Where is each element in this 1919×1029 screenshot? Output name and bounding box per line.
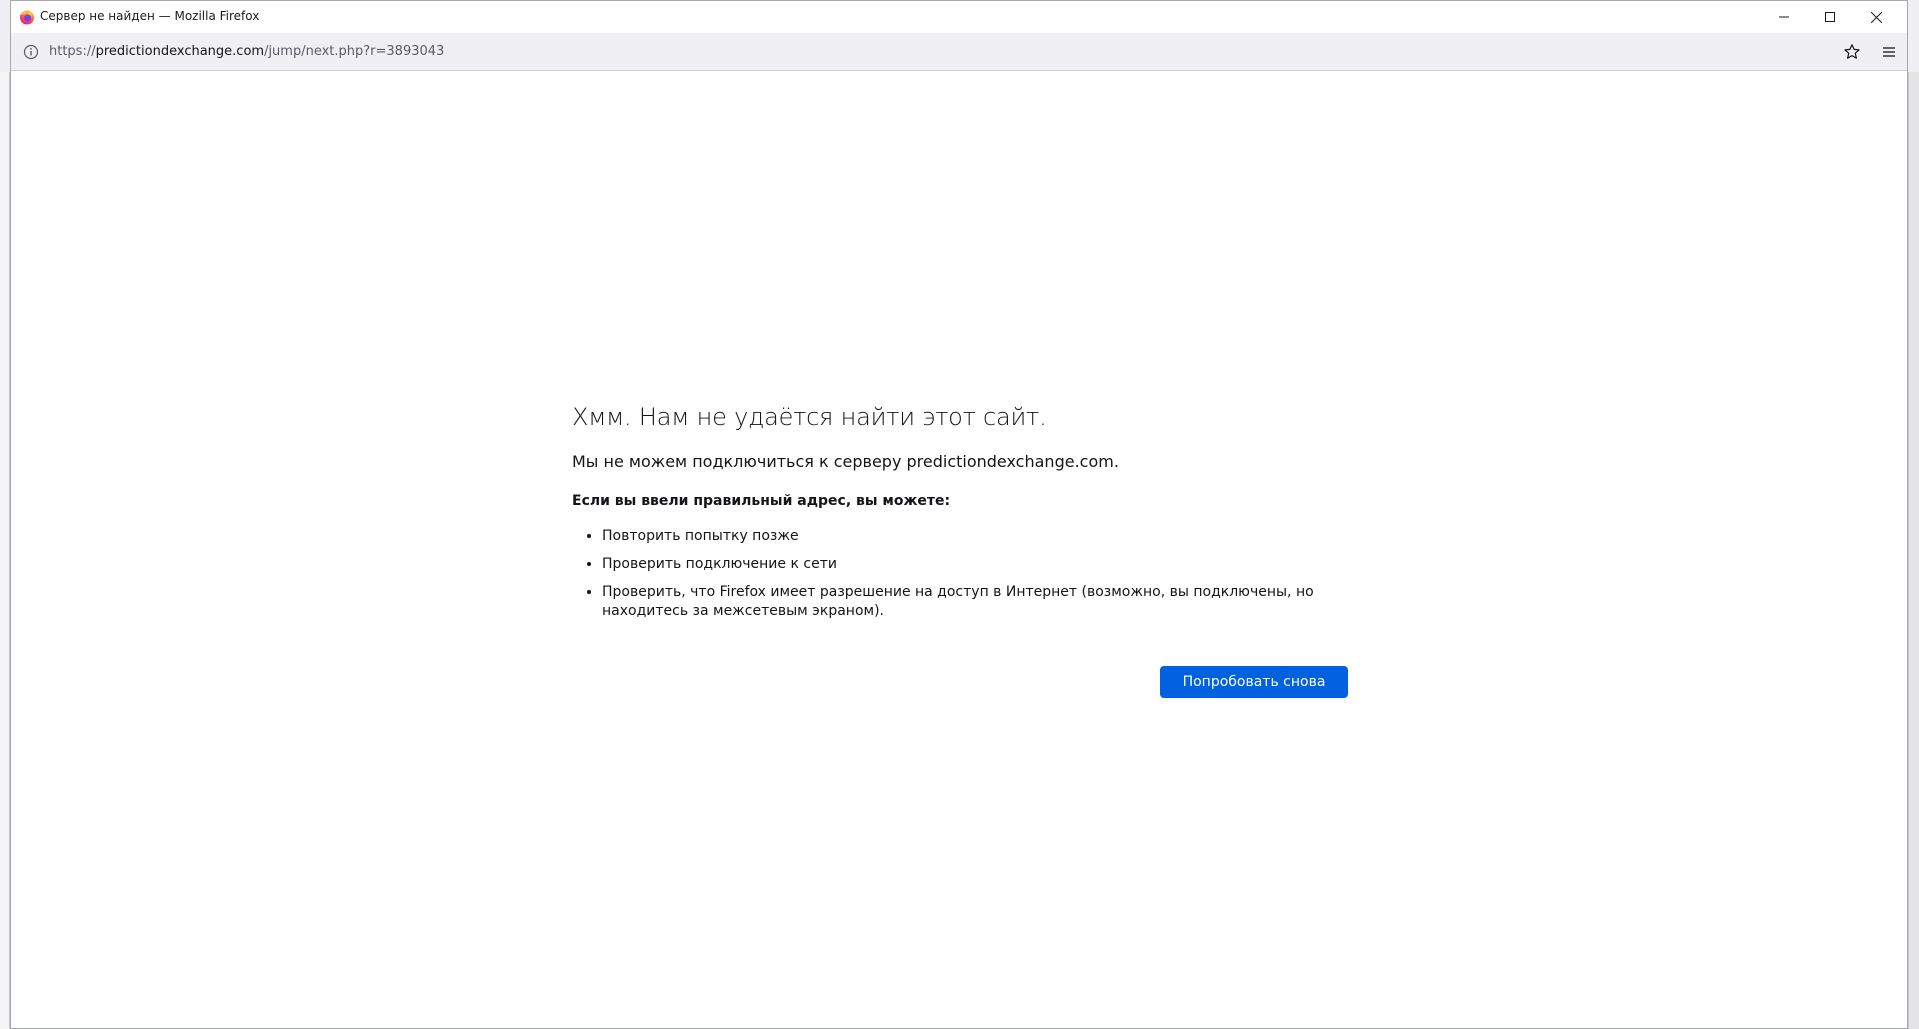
minimize-button[interactable] bbox=[1761, 1, 1807, 33]
list-item: Проверить подключение к сети bbox=[602, 555, 1362, 574]
page-content: Хмм. Нам не удаётся найти этот сайт. Мы … bbox=[11, 72, 1907, 1028]
info-icon[interactable] bbox=[23, 44, 39, 60]
suggestion-list: Повторить попытку позже Проверить подклю… bbox=[572, 527, 1362, 621]
maximize-button[interactable] bbox=[1807, 1, 1853, 33]
list-item: Повторить попытку позже bbox=[602, 527, 1362, 546]
list-item: Проверить, что Firefox имеет разрешение … bbox=[602, 583, 1362, 621]
background-window-left-edge bbox=[0, 72, 10, 1029]
url-domain: predictiondexchange.com bbox=[95, 44, 265, 59]
error-hint: Если вы ввели правильный адрес, вы может… bbox=[572, 493, 951, 509]
minimize-icon bbox=[1779, 16, 1789, 18]
star-icon[interactable] bbox=[1843, 43, 1861, 61]
url-text[interactable]: https://predictiondexchange.com/jump/nex… bbox=[49, 44, 444, 59]
title-bar[interactable]: Сервер не найден — Mozilla Firefox bbox=[11, 1, 1907, 33]
retry-button[interactable]: Попробовать снова bbox=[1160, 666, 1348, 698]
close-window-button[interactable] bbox=[1853, 1, 1899, 33]
url-path: /jump/next.php?r=3893043 bbox=[264, 44, 445, 59]
maximize-icon bbox=[1825, 12, 1835, 22]
address-bar[interactable]: https://predictiondexchange.com/jump/nex… bbox=[11, 33, 1907, 71]
close-icon bbox=[1870, 11, 1882, 23]
error-description: Мы не можем подключиться к серверу predi… bbox=[572, 452, 1119, 471]
hamburger-menu-icon[interactable] bbox=[1881, 44, 1897, 60]
window-title: Сервер не найден — Mozilla Firefox bbox=[40, 9, 260, 23]
error-title: Хмм. Нам не удаётся найти этот сайт. bbox=[572, 403, 1047, 431]
url-scheme: https:// bbox=[49, 44, 96, 59]
error-container: Хмм. Нам не удаётся найти этот сайт. Мы … bbox=[572, 403, 1362, 630]
background-window-right-edge bbox=[1908, 72, 1919, 1029]
firefox-logo-icon bbox=[20, 10, 34, 25]
browser-window: Сервер не найден — Mozilla Firefox https… bbox=[10, 0, 1908, 1029]
